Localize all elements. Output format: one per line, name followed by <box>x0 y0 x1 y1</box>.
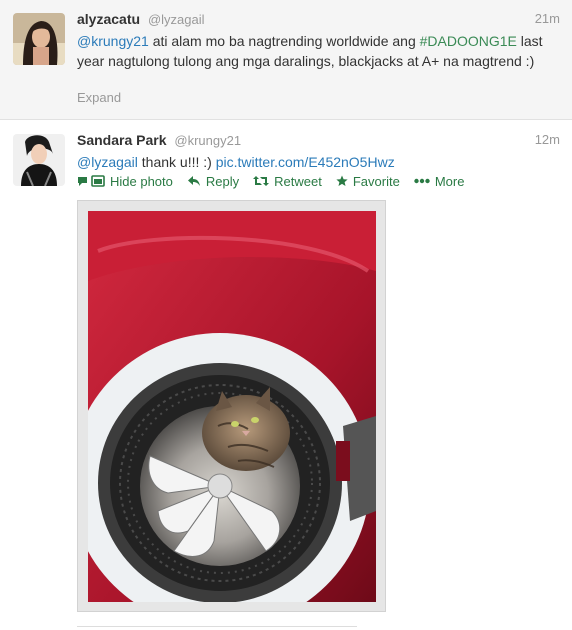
photo-icon <box>78 174 105 187</box>
fullname[interactable]: alyzacatu <box>77 11 140 27</box>
tweet-header: Sandara Park @krungy21 12m <box>77 132 560 150</box>
timestamp[interactable]: 21m <box>535 11 560 26</box>
timestamp[interactable]: 12m <box>535 132 560 147</box>
hide-photo-label: Hide photo <box>110 173 173 189</box>
retweet-icon <box>253 176 270 186</box>
mention-link[interactable]: @krungy21 <box>77 33 149 49</box>
favorite-button[interactable]: Favorite <box>336 174 400 189</box>
more-button[interactable]: More <box>414 173 465 189</box>
tweet-actions: Hide photo Reply Retweet Favorite More <box>77 172 478 190</box>
reply-icon <box>187 176 200 186</box>
star-icon <box>336 175 348 186</box>
username[interactable]: @krungy21 <box>174 133 241 148</box>
tweet-photo[interactable] <box>88 211 376 602</box>
tweet-text: @krungy21 ati alam mo ba nagtrending wor… <box>77 31 552 71</box>
mention-link[interactable]: @lyzagail <box>77 154 138 170</box>
tweet-text-segment: ati alam mo ba nagtrending worldwide ang <box>148 33 420 49</box>
more-dots-icon <box>414 178 430 184</box>
reply-button[interactable]: Reply <box>187 174 239 189</box>
fullname[interactable]: Sandara Park <box>77 132 167 148</box>
tweet[interactable]: Sandara Park @krungy21 12m @lyzagail tha… <box>0 121 572 630</box>
avatar[interactable] <box>13 13 65 65</box>
tweet-header: alyzacatu @lyzagail 21m <box>77 11 560 29</box>
avatar[interactable] <box>13 134 65 186</box>
photo-frame <box>77 200 386 612</box>
tweet-text-segment: thank u!!! :) <box>137 154 216 170</box>
hide-photo-button[interactable]: Hide photo <box>77 174 173 189</box>
divider <box>77 626 357 627</box>
reply-label: Reply <box>205 173 240 189</box>
retweet-label: Retweet <box>274 173 322 189</box>
retweet-button[interactable]: Retweet <box>253 174 322 189</box>
tweet[interactable]: alyzacatu @lyzagail 21m @krungy21 ati al… <box>0 0 572 120</box>
username[interactable]: @lyzagail <box>148 12 205 27</box>
tweet-text: @lyzagail thank u!!! :) pic.twitter.com/… <box>77 152 552 172</box>
photo-link[interactable]: pic.twitter.com/E452nO5Hwz <box>216 154 395 170</box>
hashtag-link[interactable]: #DADOONG1E <box>420 33 517 49</box>
more-label: More <box>434 173 465 189</box>
expand-link[interactable]: Expand <box>77 90 121 105</box>
favorite-label: Favorite <box>352 173 400 189</box>
